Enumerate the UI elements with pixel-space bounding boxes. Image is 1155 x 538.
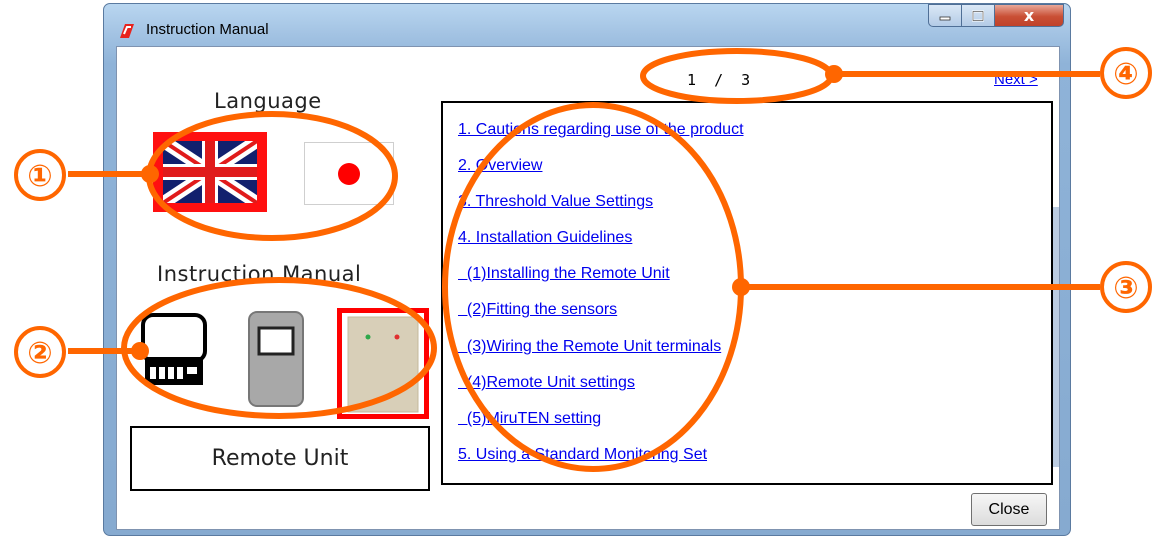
language-japanese-button[interactable] [304, 142, 394, 205]
toc-item-miruten[interactable]: (5)MiruTEN setting [458, 410, 601, 428]
uk-flag-icon [163, 141, 257, 203]
device-monitor-button[interactable] [139, 311, 211, 387]
toc-item-threshold[interactable]: 3. Threshold Value Settings [458, 193, 653, 211]
window-close-button[interactable]: x [994, 4, 1064, 27]
device-remote-unit-button[interactable] [337, 308, 429, 419]
badge-4: ④ [1113, 57, 1138, 92]
maximize-button[interactable] [961, 4, 994, 27]
minimize-button[interactable] [928, 4, 961, 27]
toc-item-installation[interactable]: 4. Installation Guidelines [458, 229, 632, 247]
toc-item-monitoring-set[interactable]: 5. Using a Standard Monitoring Set [458, 446, 707, 464]
toc-item-fitting-sensors[interactable]: (2)Fitting the sensors [458, 301, 617, 319]
monitor-device-icon [141, 313, 207, 385]
sensor-device-icon [248, 311, 304, 407]
remote-unit-icon [347, 316, 419, 413]
instruction-manual-label: Instruction Manual [157, 262, 362, 286]
badge-2: ② [27, 336, 52, 371]
toc-item-overview[interactable]: 2. Overview [458, 157, 542, 175]
window-edge-strip [1053, 207, 1059, 467]
toc-item-wiring[interactable]: (3)Wiring the Remote Unit terminals [458, 338, 721, 356]
toc-item-cautions[interactable]: 1. Cautions regarding use of the product [458, 121, 744, 139]
close-icon: x [1023, 6, 1035, 25]
minimize-icon [939, 16, 951, 20]
window-controls: x [928, 4, 1064, 27]
close-button[interactable]: Close [971, 493, 1047, 526]
japan-flag-icon [338, 163, 360, 185]
app-logo-icon [120, 24, 134, 38]
table-of-contents: 1. Cautions regarding use of the product… [441, 101, 1053, 485]
badge-1-circle [14, 149, 66, 201]
badge-3: ③ [1113, 271, 1138, 306]
window-client-area: Language Instruction Manual Remote Unit … [116, 46, 1060, 530]
badge-1: ① [27, 159, 52, 194]
next-page-link[interactable]: Next > [994, 71, 1038, 88]
language-label: Language [214, 89, 322, 113]
selected-device-label: Remote Unit [130, 426, 430, 491]
toc-item-installing-remote[interactable]: (1)Installing the Remote Unit [458, 265, 670, 283]
badge-4-circle [1100, 47, 1152, 99]
instruction-manual-window: Instruction Manual x Language Instructio… [103, 3, 1071, 536]
page-indicator: 1 / 3 [687, 71, 751, 89]
window-title: Instruction Manual [146, 21, 269, 38]
toc-item-remote-settings[interactable]: (4)Remote Unit settings [458, 374, 635, 392]
language-english-button[interactable] [153, 132, 267, 212]
device-sensor-button[interactable] [245, 308, 307, 410]
badge-2-circle [14, 326, 66, 378]
maximize-icon [972, 10, 984, 21]
badge-3-circle [1100, 261, 1152, 313]
